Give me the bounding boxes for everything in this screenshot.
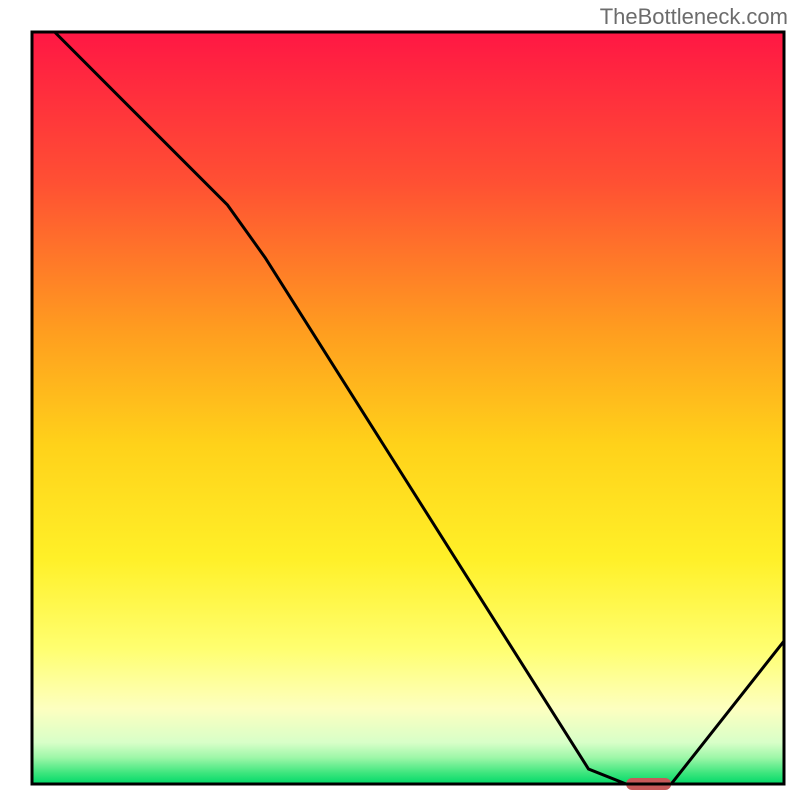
watermark-text: TheBottleneck.com [600, 4, 788, 30]
chart-svg [0, 0, 800, 800]
bottleneck-chart: TheBottleneck.com [0, 0, 800, 800]
gradient-background [32, 32, 784, 784]
